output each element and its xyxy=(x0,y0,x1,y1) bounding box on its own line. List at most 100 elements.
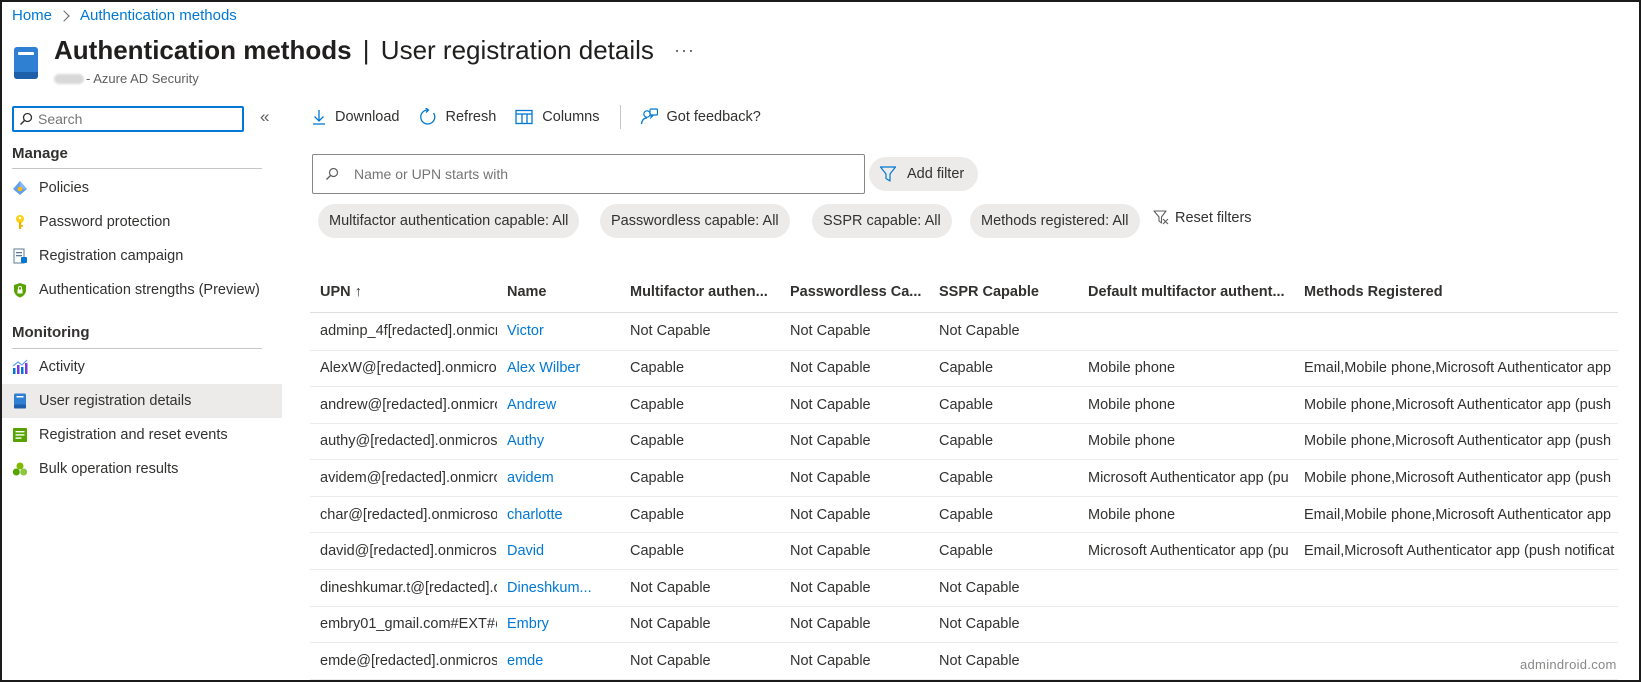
feedback-label: Got feedback? xyxy=(666,109,761,125)
columns-button[interactable]: Columns xyxy=(515,109,600,125)
table-row[interactable]: char@[redacted].onmicrosoft.co charlotte… xyxy=(310,496,1618,534)
table-row[interactable]: avidem@[redacted].onmicrosoft avidem Cap… xyxy=(310,459,1618,497)
refresh-icon xyxy=(419,108,435,125)
more-options-button[interactable]: ··· xyxy=(674,40,695,61)
cell-upn: dineshkumar.t@[redacted].onmi xyxy=(310,569,497,607)
column-header-upn[interactable]: UPN ↑ xyxy=(310,272,497,313)
table-row[interactable]: andrew@[redacted].onmicrosoft Andrew Cap… xyxy=(310,386,1618,424)
table-row[interactable]: david@[redacted].onmicrosoft.c David Cap… xyxy=(310,532,1618,571)
sidebar-search-input[interactable] xyxy=(38,111,238,127)
sidebar-item-label: Bulk operation results xyxy=(39,461,179,477)
cell-methods-registered: Mobile phone,Microsoft Authenticator app… xyxy=(1294,423,1618,461)
reset-filters-label: Reset filters xyxy=(1175,210,1252,226)
filter-pill-sspr-capable[interactable]: SSPR capable: All xyxy=(812,204,952,238)
page-subtitle: - Azure AD Security xyxy=(54,71,199,86)
feedback-button[interactable]: Got feedback? xyxy=(640,108,761,126)
add-filter-button[interactable]: Add filter xyxy=(869,157,979,191)
cell-name-link[interactable]: Alex Wilber xyxy=(497,350,620,388)
cell-mfa-capable: Capable xyxy=(620,350,780,388)
user-details-blade-icon xyxy=(14,47,38,79)
table-row[interactable]: AlexW@[redacted].onmicrosoft.c Alex Wilb… xyxy=(310,350,1618,388)
table-row[interactable]: authy@[redacted].onmicrosoft.c Authy Cap… xyxy=(310,423,1618,461)
sidebar-item-activity[interactable]: Activity xyxy=(2,350,282,384)
reset-filter-icon xyxy=(1153,210,1169,225)
chevron-right-icon xyxy=(58,9,70,22)
cell-mfa-capable: Not Capable xyxy=(620,642,780,680)
section-divider xyxy=(12,168,262,169)
breadcrumb-authentication-methods[interactable]: Authentication methods xyxy=(80,7,237,24)
cell-methods-registered: Email,Mobile phone,Microsoft Authenticat… xyxy=(1294,350,1618,388)
download-button[interactable]: Download xyxy=(312,109,400,125)
cell-passwordless-capable: Not Capable xyxy=(780,386,929,424)
cell-name-link[interactable]: Authy xyxy=(497,423,620,461)
sidebar-item-registration-campaign[interactable]: Registration campaign xyxy=(2,239,282,273)
table-row[interactable]: emde@[redacted].onmicrosoft.c emde Not C… xyxy=(310,642,1618,680)
name-upn-filter-input[interactable] xyxy=(354,166,834,182)
cell-default-mfa: Microsoft Authenticator app (pu xyxy=(1078,532,1294,571)
cell-passwordless-capable: Not Capable xyxy=(780,423,929,461)
column-header-sspr-capable[interactable]: SSPR Capable xyxy=(929,272,1078,313)
cell-methods-registered xyxy=(1294,606,1618,644)
filter-pill-mfa-capable[interactable]: Multifactor authentication capable: All xyxy=(318,204,580,238)
user-details-icon xyxy=(12,393,28,409)
cell-name-link[interactable]: Dineshkum... xyxy=(497,569,620,607)
column-header-passwordless-capable[interactable]: Passwordless Ca... xyxy=(780,272,929,313)
name-upn-filter[interactable] xyxy=(312,154,865,194)
cell-methods-registered: Mobile phone,Microsoft Authenticator app… xyxy=(1294,459,1618,497)
page-title-main: Authentication methods xyxy=(54,35,352,65)
download-label: Download xyxy=(335,109,400,125)
cell-name-link[interactable]: Victor xyxy=(497,312,620,351)
cell-sspr-capable: Capable xyxy=(929,459,1078,497)
cell-methods-registered: Email,Microsoft Authenticator app (push … xyxy=(1294,532,1618,571)
collapse-sidebar-button[interactable]: « xyxy=(260,107,269,127)
breadcrumb-home[interactable]: Home xyxy=(12,7,52,24)
table-row[interactable]: embry01_gmail.com#EXT#@ Embry Not Capabl… xyxy=(310,606,1618,644)
column-header-name[interactable]: Name xyxy=(497,272,620,313)
cell-upn: avidem@[redacted].onmicrosoft xyxy=(310,459,497,497)
events-icon xyxy=(12,427,28,443)
cell-upn: authy@[redacted].onmicrosoft.c xyxy=(310,423,497,461)
cell-name-link[interactable]: charlotte xyxy=(497,496,620,534)
cell-mfa-capable: Capable xyxy=(620,386,780,424)
sidebar-item-bulk-operation-results[interactable]: Bulk operation results xyxy=(2,452,282,486)
cell-default-mfa: Microsoft Authenticator app (pu xyxy=(1078,459,1294,497)
filter-pill-passwordless-capable[interactable]: Passwordless capable: All xyxy=(600,204,790,238)
refresh-button[interactable]: Refresh xyxy=(419,108,496,126)
sidebar-search[interactable] xyxy=(12,106,244,132)
cell-upn: david@[redacted].onmicrosoft.c xyxy=(310,532,497,571)
sidebar-item-label: Activity xyxy=(39,359,85,375)
column-header-default-mfa[interactable]: Default multifactor authent... xyxy=(1078,272,1294,313)
cell-name-link[interactable]: David xyxy=(497,532,620,571)
sidebar-item-user-registration-details[interactable]: User registration details xyxy=(2,384,282,418)
section-divider xyxy=(12,348,262,349)
cell-mfa-capable: Capable xyxy=(620,532,780,571)
cell-name-link[interactable]: emde xyxy=(497,642,620,680)
search-icon xyxy=(326,167,339,180)
cell-upn: emde@[redacted].onmicrosoft.c xyxy=(310,642,497,680)
cell-name-link[interactable]: Embry xyxy=(497,606,620,644)
sidebar-item-authentication-strengths[interactable]: Authentication strengths (Preview) xyxy=(2,273,282,307)
sidebar-item-registration-reset-events[interactable]: Registration and reset events xyxy=(2,418,282,452)
cell-passwordless-capable: Not Capable xyxy=(780,350,929,388)
user-registration-table: UPN ↑ Name Multifactor authen... Passwor… xyxy=(310,272,1618,680)
feedback-icon xyxy=(640,108,658,125)
reset-filters-button[interactable]: Reset filters xyxy=(1153,210,1252,226)
shield-lock-icon xyxy=(12,282,28,298)
cell-sspr-capable: Not Capable xyxy=(929,642,1078,680)
sidebar-item-policies[interactable]: Policies xyxy=(2,171,282,205)
table-row[interactable]: dineshkumar.t@[redacted].onmi Dineshkum.… xyxy=(310,569,1618,607)
toolbar-divider xyxy=(619,105,621,129)
table-row[interactable]: adminp_4f[redacted].onmicrosof Victor No… xyxy=(310,312,1618,351)
cell-name-link[interactable]: Andrew xyxy=(497,386,620,424)
sidebar-item-label: Policies xyxy=(39,180,89,196)
column-header-mfa-capable[interactable]: Multifactor authen... xyxy=(620,272,780,313)
cell-sspr-capable: Capable xyxy=(929,423,1078,461)
window-frame: Home Authentication methods Authenticati… xyxy=(0,0,1641,682)
filter-pill-methods-registered[interactable]: Methods registered: All xyxy=(970,204,1140,238)
column-header-methods-registered[interactable]: Methods Registered xyxy=(1294,272,1618,313)
cell-upn: char@[redacted].onmicrosoft.co xyxy=(310,496,497,534)
cell-sspr-capable: Not Capable xyxy=(929,569,1078,607)
cell-name-link[interactable]: avidem xyxy=(497,459,620,497)
sidebar-item-password-protection[interactable]: Password protection xyxy=(2,205,282,239)
cell-upn: embry01_gmail.com#EXT#@ xyxy=(310,606,497,644)
